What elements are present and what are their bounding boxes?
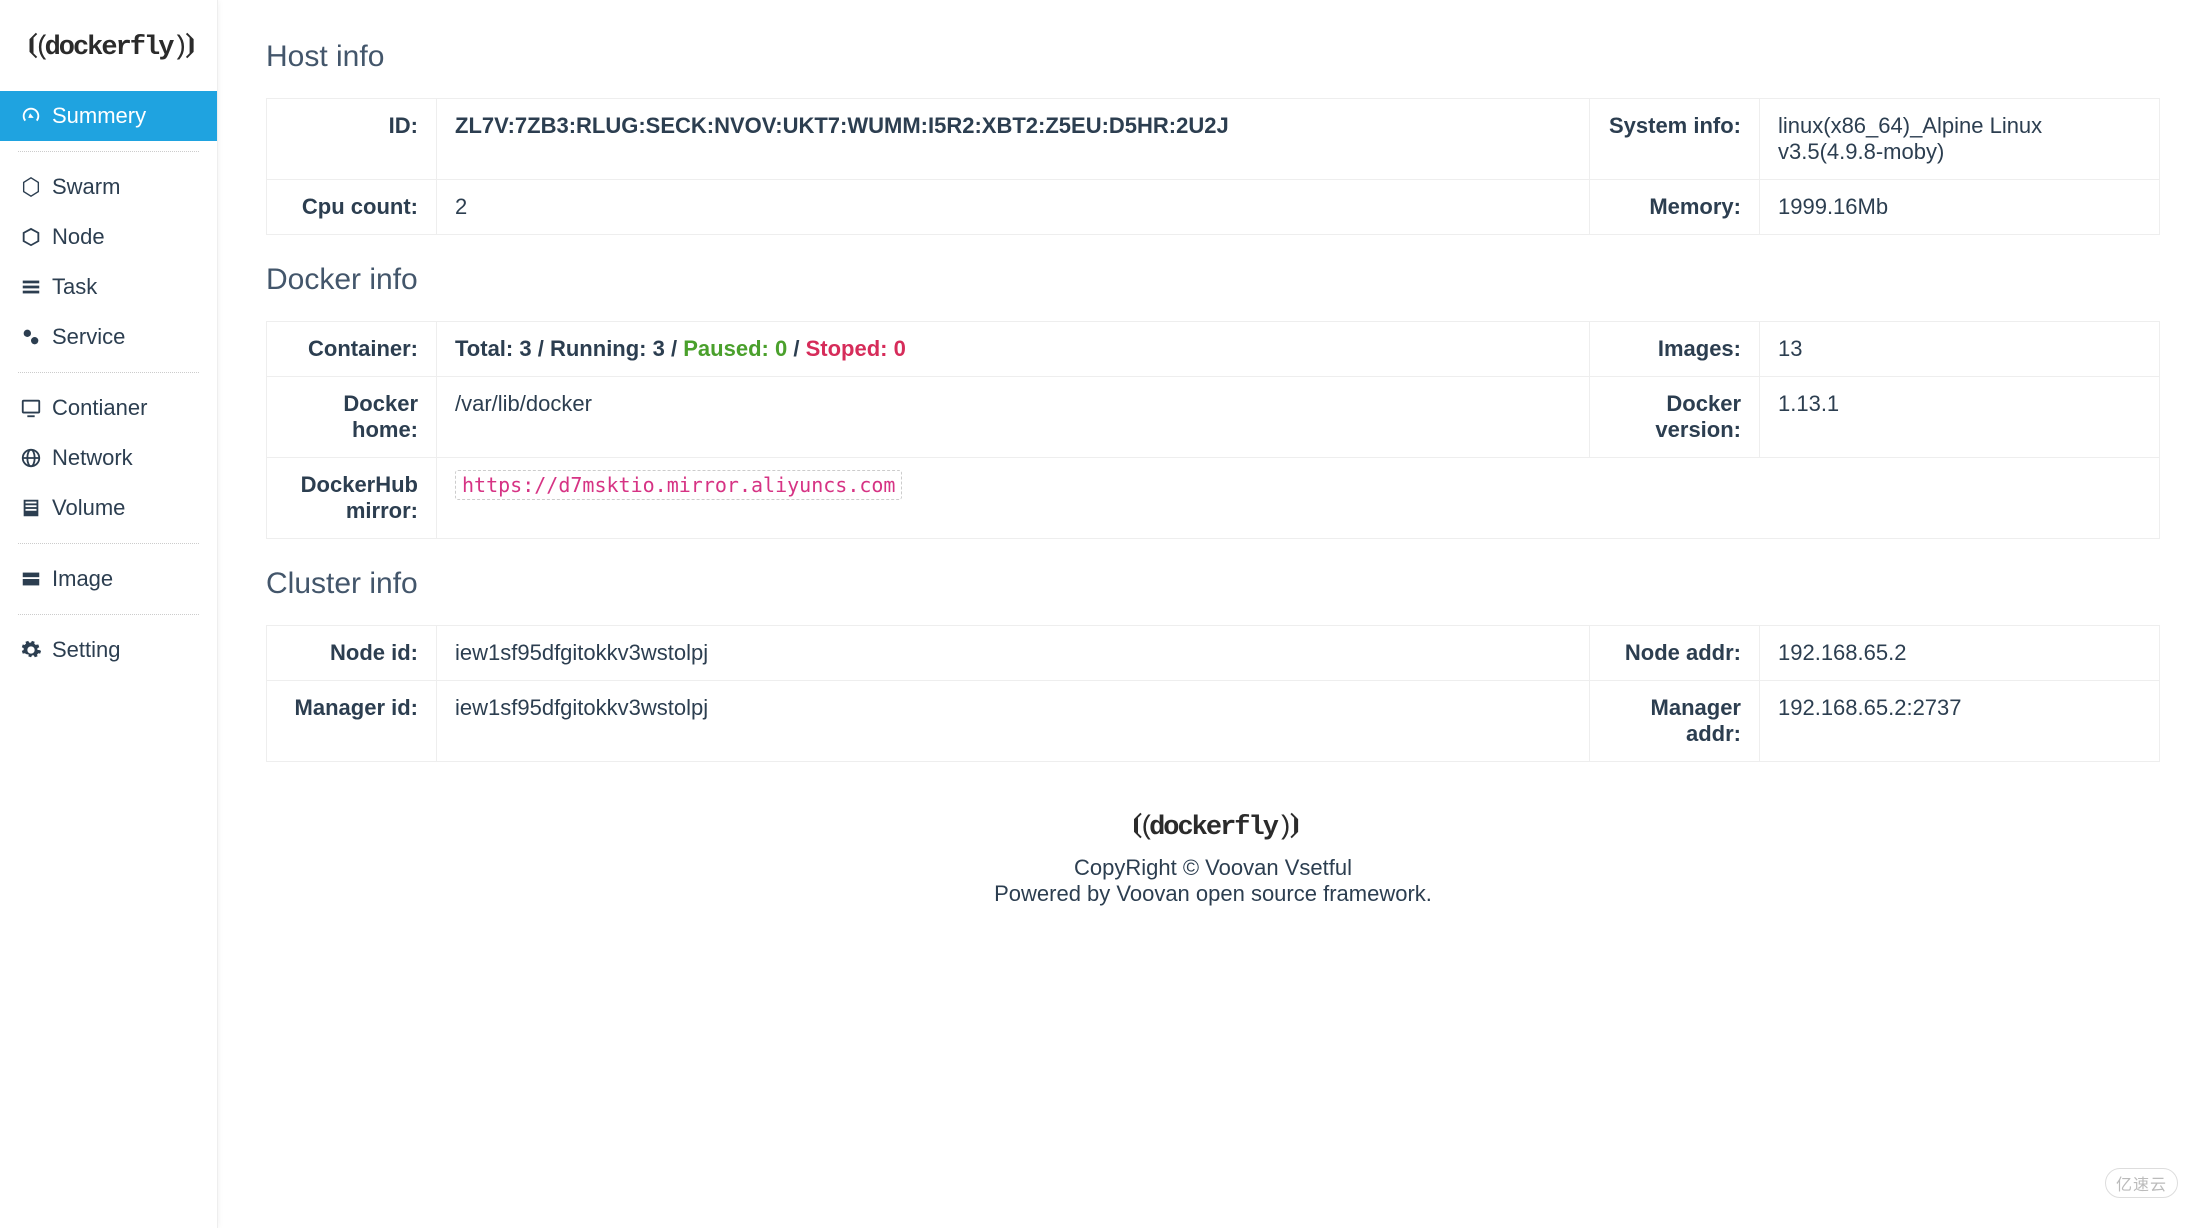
sidebar: ⦗(dockerfly)⦘ Summery Swarm Node Task: [0, 0, 218, 1228]
node-addr-label: Node addr:: [1590, 626, 1760, 681]
cpu-count-label: Cpu count:: [267, 180, 437, 235]
node-id-value: iew1sf95dfgitokkv3wstolpj: [437, 626, 1590, 681]
nav-separator: [18, 372, 199, 373]
cluster-info-table: Node id: iew1sf95dfgitokkv3wstolpj Node …: [266, 625, 2160, 762]
manager-addr-value: 192.168.65.2:2737: [1760, 681, 2160, 762]
footer: ⦗(dockerfly)⦘ CopyRight © Voovan Vsetful…: [266, 790, 2160, 937]
manager-id-label: Manager id:: [267, 681, 437, 762]
nav-separator: [18, 543, 199, 544]
sidebar-item-service[interactable]: Service: [0, 312, 217, 362]
cube-icon: [20, 226, 42, 248]
cpu-count-value: 2: [437, 180, 1590, 235]
manager-id-value: iew1sf95dfgitokkv3wstolpj: [437, 681, 1590, 762]
sidebar-item-label: Service: [52, 324, 125, 350]
host-info-table: ID: ZL7V:7ZB3:RLUG:SECK:NVOV:UKT7:WUMM:I…: [266, 98, 2160, 235]
globe-icon: [20, 447, 42, 469]
system-info-value: linux(x86_64)_Alpine Linux v3.5(4.9.8-mo…: [1760, 99, 2160, 180]
sidebar-item-label: Swarm: [52, 174, 120, 200]
sidebar-item-volume[interactable]: Volume: [0, 483, 217, 533]
nav-separator: [18, 614, 199, 615]
dockerhub-mirror-label: DockerHub mirror:: [267, 458, 437, 539]
docker-home-label: Docker home:: [267, 377, 437, 458]
brand-logo-text: ⦗(dockerfly)⦘: [24, 33, 193, 63]
monitor-icon: [20, 397, 42, 419]
images-value: 13: [1760, 322, 2160, 377]
dockerhub-mirror-value-cell: https://d7msktio.mirror.aliyuncs.com: [437, 458, 2160, 539]
nav-menu: Summery Swarm Node Task Service: [0, 91, 217, 675]
node-addr-value: 192.168.65.2: [1760, 626, 2160, 681]
dashboard-icon: [20, 105, 42, 127]
list-icon: [20, 276, 42, 298]
docker-version-value: 1.13.1: [1760, 377, 2160, 458]
watermark: 亿速云: [2105, 1168, 2178, 1198]
sidebar-item-label: Setting: [52, 637, 121, 663]
sidebar-item-label: Image: [52, 566, 113, 592]
sidebar-item-swarm[interactable]: Swarm: [0, 162, 217, 212]
host-id-label: ID:: [267, 99, 437, 180]
sidebar-item-label: Summery: [52, 103, 146, 129]
hexagon-icon: [20, 176, 42, 198]
nav-separator: [18, 151, 199, 152]
folder-icon: [20, 568, 42, 590]
footer-copyright: CopyRight © Voovan Vsetful: [266, 855, 2160, 881]
cluster-info-title: Cluster info: [266, 567, 2160, 601]
sidebar-item-setting[interactable]: Setting: [0, 625, 217, 675]
gears-icon: [20, 326, 42, 348]
host-id-value: ZL7V:7ZB3:RLUG:SECK:NVOV:UKT7:WUMM:I5R2:…: [455, 113, 1229, 138]
sidebar-item-task[interactable]: Task: [0, 262, 217, 312]
gear-icon: [20, 639, 42, 661]
memory-label: Memory:: [1590, 180, 1760, 235]
sidebar-item-label: Network: [52, 445, 133, 471]
node-id-label: Node id:: [267, 626, 437, 681]
sidebar-item-node[interactable]: Node: [0, 212, 217, 262]
container-label: Container:: [267, 322, 437, 377]
bars-icon: [20, 497, 42, 519]
footer-powered: Powered by Voovan open source framework.: [266, 881, 2160, 907]
images-label: Images:: [1590, 322, 1760, 377]
sidebar-item-label: Volume: [52, 495, 125, 521]
docker-home-value: /var/lib/docker: [437, 377, 1590, 458]
brand-logo: ⦗(dockerfly)⦘: [0, 15, 217, 91]
memory-value: 1999.16Mb: [1760, 180, 2160, 235]
host-info-title: Host info: [266, 40, 2160, 74]
docker-version-label: Docker version:: [1590, 377, 1760, 458]
footer-logo: ⦗(dockerfly)⦘: [266, 810, 2160, 843]
system-info-label: System info:: [1590, 99, 1760, 180]
sidebar-item-network[interactable]: Network: [0, 433, 217, 483]
sidebar-item-label: Task: [52, 274, 97, 300]
docker-info-table: Container: Total: 3 / Running: 3 / Pause…: [266, 321, 2160, 539]
manager-addr-label: Manager addr:: [1590, 681, 1760, 762]
sidebar-item-label: Node: [52, 224, 105, 250]
sidebar-item-summery[interactable]: Summery: [0, 91, 217, 141]
sidebar-item-label: Contianer: [52, 395, 147, 421]
sidebar-item-image[interactable]: Image: [0, 554, 217, 604]
docker-info-title: Docker info: [266, 263, 2160, 297]
container-value: Total: 3 / Running: 3 / Paused: 0 / Stop…: [437, 322, 1590, 377]
sidebar-item-container[interactable]: Contianer: [0, 383, 217, 433]
dockerhub-mirror-value: https://d7msktio.mirror.aliyuncs.com: [455, 470, 902, 500]
main-content: Host info ID: ZL7V:7ZB3:RLUG:SECK:NVOV:U…: [218, 0, 2208, 1228]
